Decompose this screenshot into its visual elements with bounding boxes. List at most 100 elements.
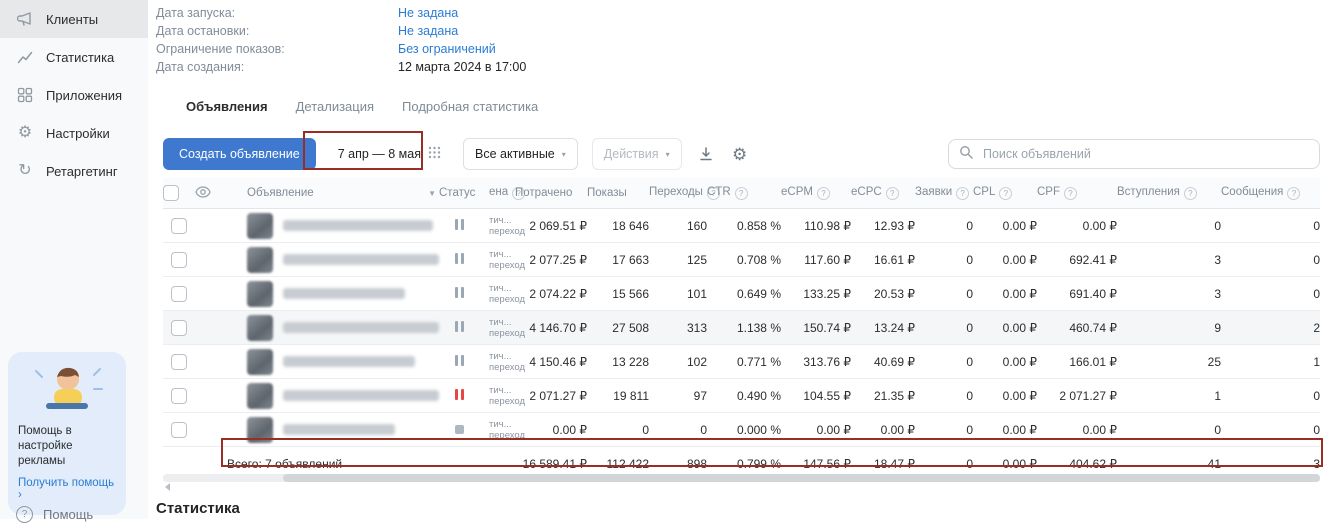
cell-clicks: 313 <box>649 311 707 345</box>
table-row[interactable]: тич... переход 0.00 ₽ 0 0 0.000 % 0.00 ₽… <box>163 413 1320 447</box>
eye-icon[interactable] <box>195 189 211 201</box>
cell-shows: 0 <box>587 413 649 447</box>
ad-name-cell[interactable] <box>227 345 439 379</box>
cell-leads: 0 <box>915 243 973 277</box>
status-icon[interactable] <box>455 355 464 366</box>
bid-cell: тич... переход <box>489 311 515 345</box>
search-icon <box>959 145 973 164</box>
table-row[interactable]: тич... переход 2 074.22 ₽ 15 566 101 0.6… <box>163 277 1320 311</box>
info-icon[interactable] <box>1064 187 1077 200</box>
col-header-ctr[interactable]: CTR <box>707 186 731 198</box>
table-row[interactable]: тич... переход 4 146.70 ₽ 27 508 313 1.1… <box>163 311 1320 345</box>
tab-detailing[interactable]: Детализация <box>296 99 374 114</box>
status-icon[interactable] <box>455 389 464 400</box>
info-icon[interactable] <box>956 187 969 200</box>
status-icon[interactable] <box>455 425 464 434</box>
scroll-left-arrow[interactable] <box>165 483 170 491</box>
ad-thumbnail <box>247 383 273 409</box>
row-checkbox[interactable] <box>171 354 187 370</box>
row-checkbox[interactable] <box>171 218 187 234</box>
ad-name-cell[interactable] <box>227 379 439 413</box>
actions-dropdown[interactable]: Действия ▾ <box>592 138 682 170</box>
row-checkbox[interactable] <box>171 422 187 438</box>
col-header-status[interactable]: Статус <box>439 178 489 209</box>
cell-spent: 2 074.22 ₽ <box>515 277 587 311</box>
status-icon[interactable] <box>455 287 464 298</box>
sort-caret-icon[interactable]: ▼ <box>428 189 436 198</box>
sidebar-item-clients[interactable]: Клиенты <box>0 0 148 38</box>
row-checkbox[interactable] <box>171 286 187 302</box>
col-header-shows[interactable]: Показы <box>587 178 649 209</box>
cell-messages: 0 <box>1221 379 1320 413</box>
download-icon[interactable] <box>696 144 716 164</box>
status-icon[interactable] <box>455 219 464 230</box>
info-icon[interactable] <box>735 187 748 200</box>
row-checkbox[interactable] <box>171 320 187 336</box>
info-icon[interactable] <box>1184 187 1197 200</box>
info-value-impression-limit[interactable]: Без ограничений <box>398 40 496 58</box>
ad-name-cell[interactable] <box>227 209 439 243</box>
tab-ads[interactable]: Объявления <box>186 99 268 114</box>
cell-cpf: 691.40 ₽ <box>1037 277 1117 311</box>
apps-grid-icon <box>16 86 34 104</box>
create-ad-button[interactable]: Создать объявление <box>163 138 316 170</box>
cell-leads: 0 <box>915 209 973 243</box>
ad-thumbnail <box>247 247 273 273</box>
table-row[interactable]: тич... переход 2 077.25 ₽ 17 663 125 0.7… <box>163 243 1320 277</box>
info-value-stop-date[interactable]: Не задана <box>398 22 458 40</box>
date-range-picker[interactable]: 7 апр — 8 мая <box>330 138 449 170</box>
get-help-link[interactable]: Получить помощь › <box>18 477 116 501</box>
scrollbar-thumb[interactable] <box>283 474 1320 482</box>
info-icon[interactable] <box>999 187 1012 200</box>
cell-cpl: 0.00 ₽ <box>973 413 1037 447</box>
col-header-ecpc[interactable]: eCPC <box>851 186 882 198</box>
sidebar-item-settings[interactable]: ⚙ Настройки <box>0 114 148 152</box>
col-header-leads[interactable]: Заявки <box>915 186 952 198</box>
sidebar-item-statistics[interactable]: Статистика <box>0 38 148 76</box>
settings-gear-icon[interactable]: ⚙ <box>730 144 750 164</box>
sidebar-item-retargeting[interactable]: ↻ Ретаргетинг <box>0 152 148 190</box>
cell-ecpm: 110.98 ₽ <box>781 209 851 243</box>
status-filter-dropdown[interactable]: Все активные ▾ <box>463 138 578 170</box>
bid-cell: тич... переход <box>489 345 515 379</box>
ad-name-cell[interactable] <box>227 277 439 311</box>
retargeting-icon: ↻ <box>16 162 34 180</box>
col-header-cpf[interactable]: CPF <box>1037 186 1060 198</box>
ad-name-cell[interactable] <box>227 413 439 447</box>
ad-name-cell[interactable] <box>227 311 439 345</box>
cell-ctr: 0.858 % <box>707 209 781 243</box>
table-row[interactable]: тич... переход 4 150.46 ₽ 13 228 102 0.7… <box>163 345 1320 379</box>
table-row[interactable]: тич... переход 2 069.51 ₽ 18 646 160 0.8… <box>163 209 1320 243</box>
select-all-checkbox[interactable] <box>163 185 179 201</box>
search-box[interactable] <box>948 139 1320 169</box>
info-icon[interactable] <box>817 187 830 200</box>
col-header-price[interactable]: ена <box>489 186 508 198</box>
cell-joins: 1 <box>1117 379 1221 413</box>
col-header-clicks[interactable]: Переходы <box>649 186 703 198</box>
horizontal-scrollbar[interactable] <box>163 474 1320 482</box>
info-value-start-date[interactable]: Не задана <box>398 4 458 22</box>
table-row[interactable]: тич... переход 2 071.27 ₽ 19 811 97 0.49… <box>163 379 1320 413</box>
col-header-cpl[interactable]: CPL <box>973 186 995 198</box>
cell-cpf: 460.74 ₽ <box>1037 311 1117 345</box>
ad-thumbnail <box>247 213 273 239</box>
row-checkbox[interactable] <box>171 388 187 404</box>
bid-unit: переход <box>489 260 515 271</box>
col-header-ecpm[interactable]: eCPM <box>781 186 813 198</box>
status-icon[interactable] <box>455 253 464 264</box>
info-icon[interactable] <box>1287 187 1300 200</box>
status-icon[interactable] <box>455 321 464 332</box>
info-icon[interactable] <box>886 187 899 200</box>
sidebar-item-apps[interactable]: Приложения <box>0 76 148 114</box>
bid-unit: переход <box>489 430 515 441</box>
bid-cell: тич... переход <box>489 209 515 243</box>
sidebar-help-item[interactable]: ? Помощь <box>16 506 93 523</box>
row-checkbox[interactable] <box>171 252 187 268</box>
col-header-spent[interactable]: Потрачено <box>515 178 587 209</box>
tab-detailed-statistics[interactable]: Подробная статистика <box>402 99 538 114</box>
col-header-name[interactable]: Объявление <box>247 187 314 199</box>
col-header-messages[interactable]: Сообщения <box>1221 186 1283 198</box>
ad-name-cell[interactable] <box>227 243 439 277</box>
search-input[interactable] <box>981 146 1309 162</box>
col-header-joins[interactable]: Вступления <box>1117 186 1180 198</box>
